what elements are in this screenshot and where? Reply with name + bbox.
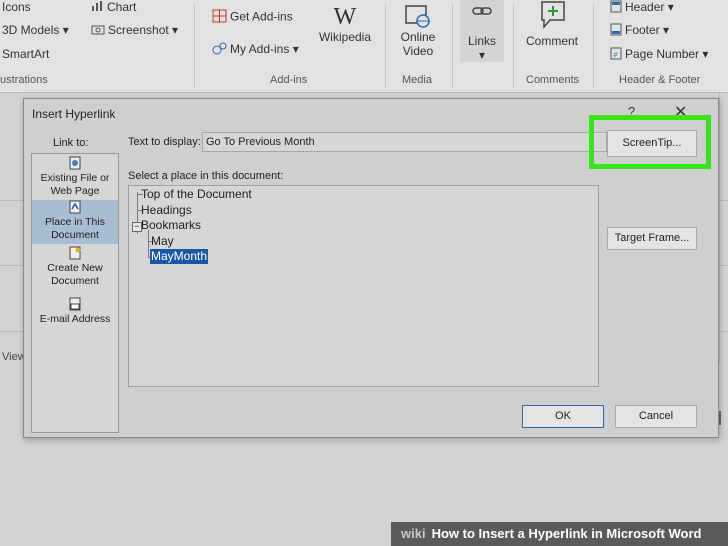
comment-button[interactable]: Comment	[521, 0, 583, 48]
online-video-button[interactable]: Online Video	[393, 4, 443, 58]
cancel-button[interactable]: Cancel	[615, 405, 697, 428]
footer-label: Footer	[625, 23, 660, 38]
wikipedia-icon: W	[333, 4, 357, 30]
chevron-down-icon: ▾	[702, 47, 709, 62]
smartart-label: SmartArt	[2, 47, 50, 61]
online-video-label-2: Video	[402, 44, 434, 58]
link-to-label-line2: Web Page	[50, 185, 100, 197]
ribbon-separator	[513, 4, 514, 88]
chevron-down-icon: ▾	[292, 42, 299, 57]
3d-models-button[interactable]: 3D Models ▾	[2, 23, 69, 37]
icons-button[interactable]: Icons	[2, 0, 31, 14]
document-anchor-icon	[69, 200, 81, 214]
page-number-label: Page Number	[625, 47, 700, 62]
tree-item-may[interactable]: May	[151, 234, 174, 249]
ok-button[interactable]: OK	[522, 405, 604, 428]
tree-item-maymonth[interactable]: MayMonth	[150, 249, 209, 264]
header-icon	[610, 0, 622, 16]
ribbon-separator	[194, 4, 195, 88]
comment-label: Comment	[525, 34, 578, 48]
tree-item-headings[interactable]: Headings	[141, 203, 192, 218]
wikipedia-button[interactable]: W Wikipedia	[316, 4, 374, 44]
select-place-label: Select a place in this document:	[128, 170, 284, 182]
link-to-label-line1: E-mail Address	[39, 313, 111, 325]
link-to-label-line2: Document	[51, 229, 99, 241]
video-icon	[393, 4, 443, 30]
online-video-label-1: Online	[400, 30, 436, 44]
smartart-button[interactable]: SmartArt	[2, 47, 49, 61]
links-button[interactable]: Links ▾	[460, 0, 504, 62]
link-to-label-line2: Document	[51, 275, 99, 287]
ribbon-separator	[452, 4, 453, 88]
header-button[interactable]: Header ▾	[610, 0, 674, 16]
link-to-existing-file[interactable]: Existing File or Web Page	[32, 156, 118, 200]
link-to-email-address[interactable]: E-mail Address	[32, 297, 118, 329]
email-icon	[69, 297, 81, 311]
3d-models-label: 3D Models	[2, 23, 60, 37]
link-to-label-line1: Existing File or	[40, 172, 110, 184]
chevron-down-icon: ▾	[62, 23, 69, 37]
media-group-label: Media	[402, 74, 432, 86]
text-to-display-input[interactable]: Go To Previous Month	[202, 132, 607, 152]
ribbon: Icons 3D Models ▾ SmartArt ustrations Ch…	[0, 0, 728, 93]
chart-icon	[91, 0, 104, 15]
comments-group-label: Comments	[526, 74, 580, 86]
chart-button[interactable]: Chart	[91, 0, 136, 15]
header-label: Header	[625, 0, 665, 15]
page-number-button[interactable]: # Page Number ▾	[610, 47, 708, 63]
chevron-down-icon: ▾	[172, 23, 179, 37]
link-to-label-line1: Create New	[47, 262, 103, 274]
icons-label: Icons	[2, 0, 31, 14]
wikihow-brand: wiki	[401, 526, 426, 541]
svg-text:#: #	[614, 52, 618, 59]
document-places-tree[interactable]: Top of the Document Headings − Bookmarks…	[128, 185, 599, 387]
link-to-panel: Existing File or Web Page Place in This …	[31, 153, 119, 433]
get-addins-label: Get Add-ins	[230, 9, 293, 24]
my-addins-label: My Add-ins	[230, 42, 290, 57]
globe-file-icon	[69, 156, 81, 170]
dialog-title: Insert Hyperlink	[32, 107, 116, 121]
footer-icon	[610, 23, 622, 39]
screentip-highlight	[589, 115, 711, 169]
table-gridline	[719, 93, 720, 363]
illustrations-group-label: ustrations	[0, 74, 48, 86]
caption-bar: wiki How to Insert a Hyperlink in Microso…	[391, 522, 728, 546]
get-addins-button[interactable]: Get Add-ins	[212, 9, 293, 26]
link-to-label-line1: Place in This	[45, 216, 105, 228]
page-number-icon: #	[610, 47, 622, 63]
screenshot-icon	[91, 23, 105, 38]
footer-button[interactable]: Footer ▾	[610, 23, 669, 39]
addin-icon	[212, 42, 227, 58]
tree-connector	[148, 230, 149, 257]
text-to-display-label: Text to display:	[128, 136, 201, 148]
chevron-down-icon: ▾	[667, 0, 674, 15]
chevron-down-icon: ▾	[663, 23, 670, 38]
chevron-down-icon: ▾	[478, 48, 486, 62]
new-document-icon	[69, 246, 81, 260]
link-to-place-in-document[interactable]: Place in This Document	[32, 200, 118, 244]
store-icon	[212, 9, 227, 26]
my-addins-button[interactable]: My Add-ins ▾	[212, 42, 299, 58]
tree-item-top-of-document[interactable]: Top of the Document	[141, 187, 252, 202]
tree-item-bookmarks[interactable]: Bookmarks	[141, 218, 201, 233]
target-frame-button[interactable]: Target Frame...	[607, 227, 697, 250]
header-footer-group-label: Header & Footer	[619, 74, 701, 86]
link-to-create-new-document[interactable]: Create New Document	[32, 246, 118, 290]
link-to-label: Link to:	[53, 137, 89, 149]
links-label: Links	[467, 34, 496, 48]
wikipedia-label: Wikipedia	[318, 30, 372, 44]
comment-icon	[521, 0, 583, 34]
screenshot-label: Screenshot	[108, 23, 169, 37]
ribbon-separator	[593, 4, 594, 88]
link-icon	[460, 0, 504, 34]
screenshot-button[interactable]: Screenshot ▾	[91, 23, 178, 38]
chart-label: Chart	[107, 0, 137, 14]
caption-text: How to Insert a Hyperlink in Microsoft W…	[431, 526, 702, 541]
addins-group-label: Add-ins	[270, 74, 308, 86]
ribbon-separator	[385, 4, 386, 88]
